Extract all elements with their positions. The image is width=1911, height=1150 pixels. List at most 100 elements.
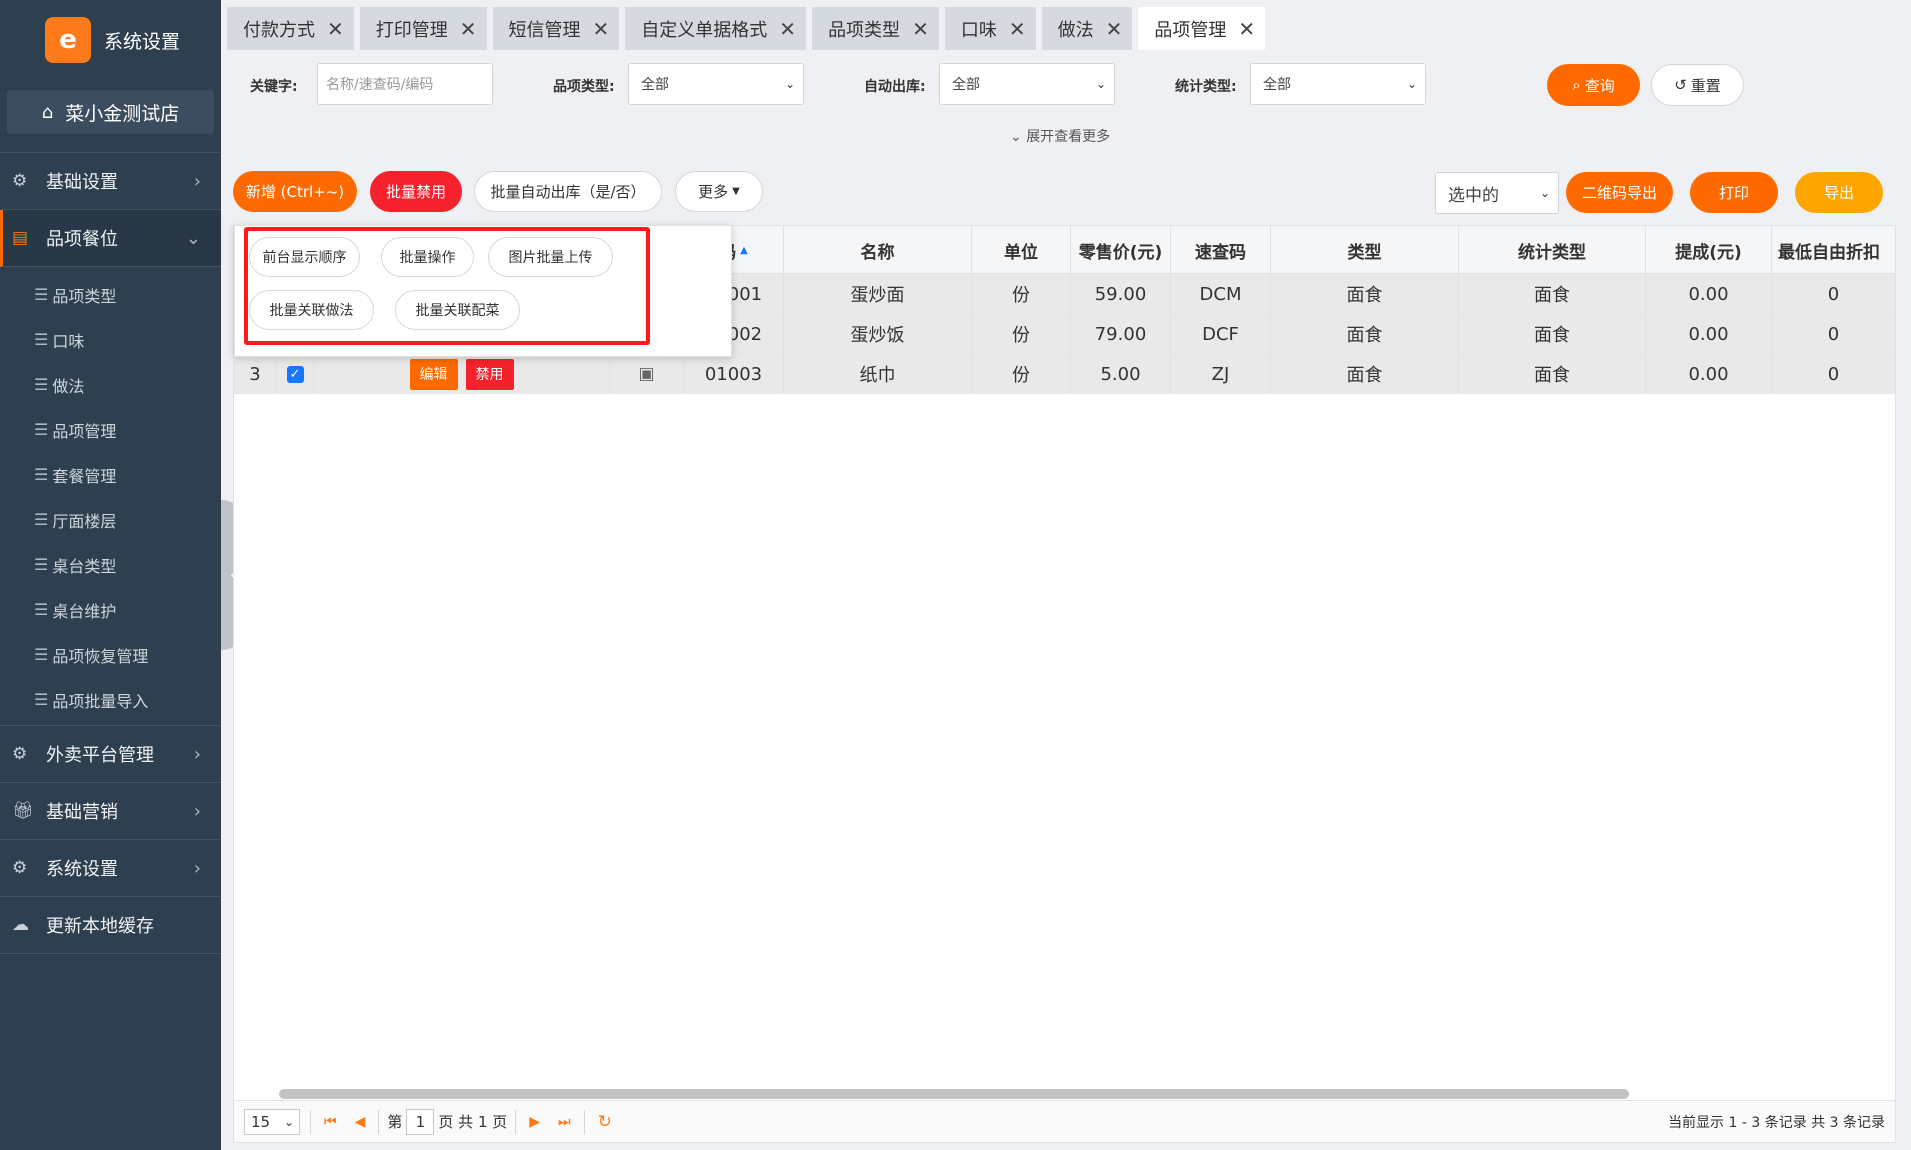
column-header-quick-code[interactable]: 速查码 bbox=[1171, 226, 1271, 274]
cell-price: 5.00 bbox=[1071, 354, 1171, 394]
list-icon: ☰ bbox=[34, 465, 49, 484]
edit-button[interactable]: 编辑 bbox=[409, 358, 458, 390]
stat-type-select[interactable]: 全部 ⌄ bbox=[1250, 63, 1426, 105]
pager-divider bbox=[583, 1109, 585, 1134]
page-number-input[interactable]: 1 bbox=[406, 1108, 435, 1135]
first-page-icon[interactable]: ⏮ bbox=[324, 1114, 337, 1130]
more-button[interactable]: 更多 ▼ bbox=[675, 171, 763, 212]
column-header-commission[interactable]: 提成(元) bbox=[1646, 226, 1772, 274]
reset-button[interactable]: ↺ 重置 bbox=[1651, 64, 1744, 106]
sub-item-label: 厅面楼层 bbox=[52, 511, 117, 531]
last-page-icon[interactable]: ⏭ bbox=[558, 1114, 571, 1130]
refresh-icon[interactable]: ↻ bbox=[598, 1112, 612, 1132]
auto-out-label: 自动出库: bbox=[864, 79, 926, 95]
search-icon: ⌕ bbox=[1572, 76, 1581, 94]
page-size-select[interactable]: 15 ⌄ bbox=[244, 1108, 300, 1135]
add-item-label: 新增 (Ctrl+~) bbox=[245, 183, 345, 201]
sub-item-flavor[interactable]: ☰ 口味 bbox=[0, 317, 221, 362]
store-selector[interactable]: ⌂ 菜小金测试店 bbox=[7, 90, 214, 134]
nav-label: 品项餐位 bbox=[46, 229, 118, 250]
cell-quick-code: DCF bbox=[1171, 314, 1271, 354]
nav-item-items-seats[interactable]: ▤ 品项餐位 ⌄ bbox=[0, 210, 221, 267]
disable-button[interactable]: 禁用 bbox=[465, 358, 514, 390]
sub-item-label: 套餐管理 bbox=[52, 466, 117, 486]
tab-item-management[interactable]: 品项管理 ✕ bbox=[1138, 7, 1266, 50]
close-icon[interactable]: ✕ bbox=[593, 17, 610, 41]
tab-payment-method[interactable]: 付款方式 ✕ bbox=[227, 7, 354, 50]
close-icon[interactable]: ✕ bbox=[912, 17, 929, 41]
tab-flavor[interactable]: 口味 ✕ bbox=[944, 7, 1036, 50]
app-logo: e bbox=[45, 17, 91, 63]
close-icon[interactable]: ✕ bbox=[460, 17, 477, 41]
column-header-label: 零售价(元) bbox=[1078, 242, 1163, 263]
close-icon[interactable]: ✕ bbox=[1238, 17, 1255, 41]
cell-commission: 0.00 bbox=[1646, 274, 1772, 314]
gear-icon: ⚙ bbox=[12, 744, 28, 764]
sub-item-floor[interactable]: ☰ 厅面楼层 bbox=[0, 497, 221, 542]
sub-item-combo-management[interactable]: ☰ 套餐管理 bbox=[0, 452, 221, 497]
next-page-icon[interactable]: ▶ bbox=[529, 1114, 540, 1130]
nav-label: 基础营销 bbox=[46, 802, 118, 823]
nav-item-delivery-platform[interactable]: ⚙ 外卖平台管理 › bbox=[0, 726, 221, 783]
sub-item-item-restore[interactable]: ☰ 品项恢复管理 bbox=[0, 632, 221, 677]
cell-stat-type: 面食 bbox=[1459, 274, 1646, 314]
tab-label: 做法 bbox=[1057, 19, 1094, 41]
tab-print-management[interactable]: 打印管理 ✕ bbox=[359, 7, 487, 50]
tab-sms-management[interactable]: 短信管理 ✕ bbox=[492, 7, 620, 50]
nav-item-basic-settings[interactable]: ⚙ 基础设置 › bbox=[0, 153, 221, 210]
sub-item-item-type[interactable]: ☰ 品项类型 bbox=[0, 272, 221, 317]
select-value: 选中的 bbox=[1448, 185, 1499, 206]
column-header-type[interactable]: 类型 bbox=[1271, 226, 1459, 274]
auto-out-select[interactable]: 全部 ⌄ bbox=[939, 63, 1115, 105]
sub-item-item-management[interactable]: ☰ 品项管理 bbox=[0, 407, 221, 452]
prev-page-icon[interactable]: ◀ bbox=[355, 1114, 366, 1130]
cell-min-discount: 0 bbox=[1827, 363, 1840, 385]
more-label: 更多 bbox=[698, 183, 729, 201]
keyword-label: 关键字: bbox=[250, 79, 298, 95]
print-button[interactable]: 打印 bbox=[1690, 172, 1778, 213]
table-row[interactable]: 3 ✓ 编辑 禁用 ▣ 01003 纸巾 份 5.00 ZJ 面食 面食 0.0… bbox=[234, 354, 1895, 394]
tab-item-type[interactable]: 品项类型 ✕ bbox=[812, 7, 939, 50]
list-icon: ☰ bbox=[34, 285, 49, 304]
column-header-name[interactable]: 名称 bbox=[784, 226, 972, 274]
sub-item-table-maintenance[interactable]: ☰ 桌台维护 bbox=[0, 587, 221, 632]
export-button[interactable]: 导出 bbox=[1795, 172, 1883, 213]
keyword-input[interactable]: 名称/速查码/编码 bbox=[317, 63, 493, 105]
search-button-label: 查询 bbox=[1584, 76, 1615, 95]
nav-item-refresh-cache[interactable]: ☁ 更新本地缓存 bbox=[0, 897, 221, 954]
item-type-select[interactable]: 全部 ⌄ bbox=[628, 63, 804, 105]
pager-divider bbox=[378, 1109, 380, 1134]
close-icon[interactable]: ✕ bbox=[1009, 17, 1026, 41]
sub-item-item-import[interactable]: ☰ 品项批量导入 bbox=[0, 677, 221, 722]
cell-commission: 0.00 bbox=[1646, 314, 1772, 354]
list-icon: ☰ bbox=[34, 690, 49, 709]
column-header-min-discount[interactable]: 最低自由折扣 bbox=[1772, 226, 1895, 274]
nav-item-marketing[interactable]: 🎁︎ 基础营销 › bbox=[0, 783, 221, 840]
batch-auto-out-button[interactable]: 批量自动出库（是/否） bbox=[474, 171, 662, 212]
sub-item-method[interactable]: ☰ 做法 bbox=[0, 362, 221, 407]
add-item-button[interactable]: 新增 (Ctrl+~) bbox=[233, 171, 357, 212]
batch-disable-button[interactable]: 批量禁用 bbox=[370, 171, 462, 212]
chevron-down-icon: ⌄ bbox=[185, 227, 201, 249]
close-icon[interactable]: ✕ bbox=[779, 17, 796, 41]
nav-item-system-settings[interactable]: ⚙ 系统设置 › bbox=[0, 840, 221, 897]
horizontal-scrollbar[interactable] bbox=[279, 1089, 1629, 1099]
cell-type: 面食 bbox=[1271, 314, 1459, 354]
close-icon[interactable]: ✕ bbox=[1106, 17, 1123, 41]
checkbox-checked[interactable]: ✓ bbox=[286, 365, 304, 383]
image-icon: ▣ bbox=[638, 364, 655, 384]
column-header-unit[interactable]: 单位 bbox=[972, 226, 1071, 274]
qr-export-button[interactable]: 二维码导出 bbox=[1566, 172, 1673, 213]
export-scope-select[interactable]: 选中的 ⌄ bbox=[1435, 172, 1559, 214]
column-header-price[interactable]: 零售价(元) bbox=[1071, 226, 1171, 274]
close-icon[interactable]: ✕ bbox=[327, 17, 344, 41]
nav-label: 更新本地缓存 bbox=[46, 916, 154, 937]
expand-more-link[interactable]: ⌄ 展开查看更多 bbox=[1010, 126, 1110, 146]
tab-custom-receipt[interactable]: 自定义单据格式 ✕ bbox=[625, 7, 807, 50]
tab-method[interactable]: 做法 ✕ bbox=[1041, 7, 1133, 50]
cell-checkbox[interactable]: ✓ bbox=[277, 354, 314, 394]
cell-image[interactable]: ▣ bbox=[609, 354, 684, 394]
sub-item-table-type[interactable]: ☰ 桌台类型 bbox=[0, 542, 221, 587]
column-header-stat-type[interactable]: 统计类型 bbox=[1459, 226, 1646, 274]
search-button[interactable]: ⌕ 查询 bbox=[1547, 64, 1640, 106]
